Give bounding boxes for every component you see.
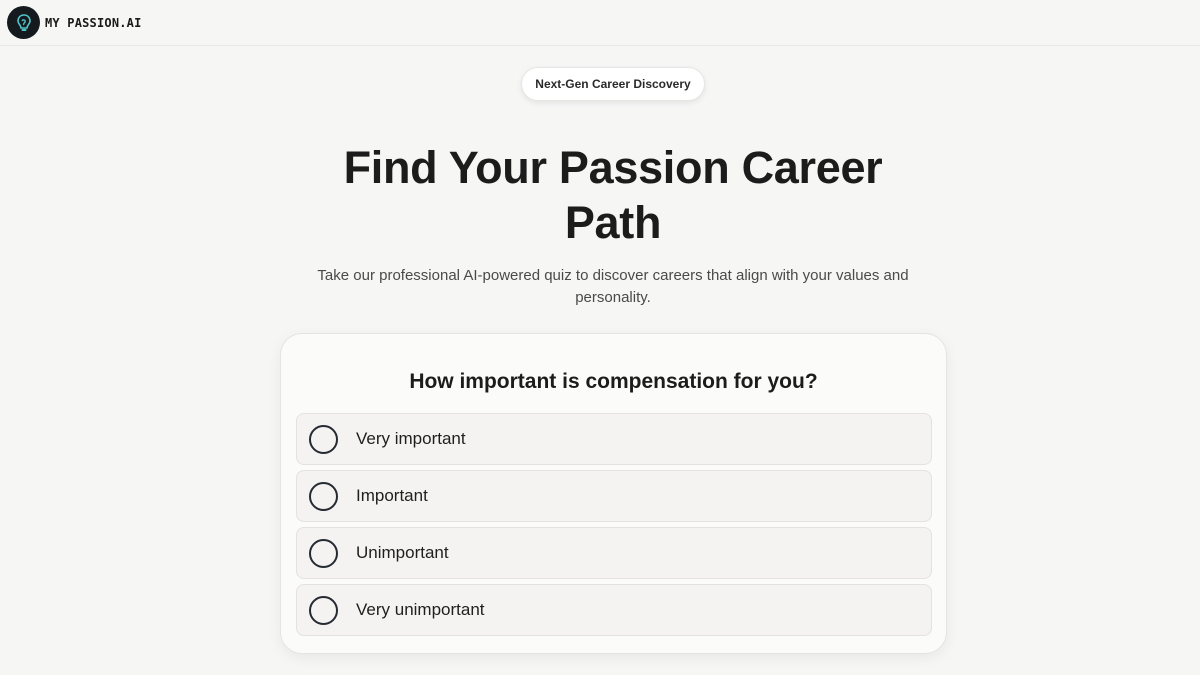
radio-button[interactable] — [309, 481, 338, 511]
answer-option-very-unimportant[interactable]: Very unimportant — [296, 584, 932, 636]
quiz-question: How important is compensation for you? — [409, 370, 818, 393]
answer-option-label: Very important — [356, 429, 466, 448]
page-subtitle: Take our professional AI-powered quiz to… — [317, 267, 909, 306]
radio-button[interactable] — [309, 538, 338, 568]
logo[interactable] — [7, 6, 40, 39]
answer-option-label: Very unimportant — [356, 600, 485, 619]
answer-option-important[interactable]: Important — [296, 470, 932, 522]
answer-option-unimportant[interactable]: Unimportant — [296, 527, 932, 579]
answer-option-label: Unimportant — [356, 543, 449, 562]
radio-button[interactable] — [309, 424, 338, 454]
answer-option-very-important[interactable]: Very important — [296, 413, 932, 465]
top-nav: MY PASSION.AI — [0, 0, 1200, 46]
lightbulb-icon — [16, 13, 31, 31]
radio-button[interactable] — [309, 595, 338, 625]
quiz-card: How important is compensation for you? V… — [280, 333, 947, 654]
brand-name[interactable]: MY PASSION.AI — [45, 16, 142, 30]
hero-badge: Next-Gen Career Discovery — [521, 67, 705, 101]
page-title: Find Your Passion Career Path — [343, 142, 883, 248]
answer-option-label: Important — [356, 486, 428, 505]
